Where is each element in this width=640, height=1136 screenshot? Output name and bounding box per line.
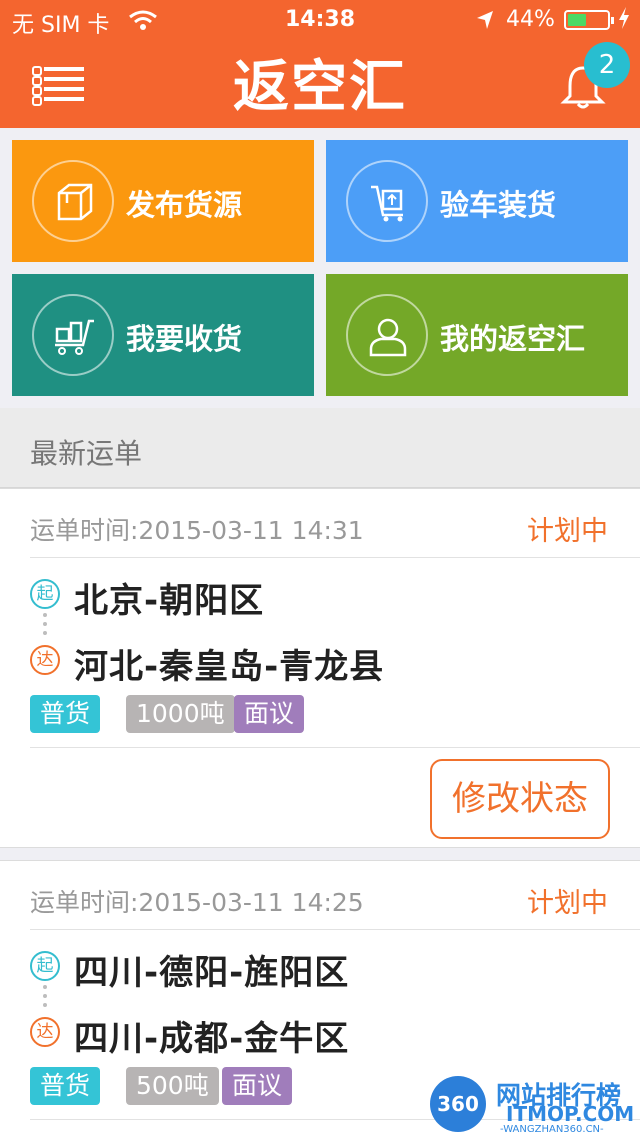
tile-icon-circle	[32, 294, 114, 376]
route-origin: 四川-德阳-旌阳区	[74, 953, 350, 993]
watermark-url: -WANGZHAN360.CN-	[500, 1124, 604, 1135]
tile-icon-circle	[32, 160, 114, 242]
watermark: 360 网站排行榜 ITMOP.COM -WANGZHAN360.CN-	[430, 1070, 640, 1136]
tile-label: 我的返空汇	[440, 322, 586, 356]
tile-label: 我要收货	[126, 322, 243, 356]
price-tag: 面议	[234, 695, 305, 733]
price-tag: 面议	[222, 1067, 293, 1105]
receive-cargo-tile[interactable]: 我要收货	[12, 274, 314, 396]
order-status: 计划中	[527, 516, 608, 547]
weight-tag: 1000吨	[126, 695, 235, 733]
start-marker: 起	[30, 951, 60, 981]
tile-label: 发布货源	[126, 188, 243, 222]
change-status-button[interactable]: 修改状态	[430, 759, 610, 839]
cargo-type-tag: 普货	[30, 1067, 101, 1105]
divider	[30, 929, 640, 930]
truck-cart-icon	[55, 319, 94, 355]
tile-icon-circle	[346, 160, 428, 242]
section-header: 最新运单	[0, 408, 640, 488]
route-dots	[43, 613, 47, 635]
cargo-type-tag: 普货	[30, 695, 101, 733]
notification-badge[interactable]: 2	[584, 42, 630, 88]
user-icon	[369, 318, 407, 357]
location-arrow-icon	[477, 11, 493, 29]
watermark-logo: 360	[430, 1076, 486, 1132]
end-marker: 达	[30, 645, 60, 675]
order-time: 运单时间:2015-03-11 14:31	[30, 516, 364, 545]
order-card[interactable]: 运单时间:2015-03-11 14:31 计划中 起 达 北京-朝阳区 河北-…	[0, 488, 640, 848]
route-destination: 河北-秦皇岛-青龙县	[74, 647, 385, 687]
divider	[30, 747, 640, 748]
app-title: 返空汇	[233, 55, 407, 120]
battery-percent: 44%	[506, 7, 555, 32]
publish-cargo-tile[interactable]: 发布货源	[12, 140, 314, 262]
order-time: 运单时间:2015-03-11 14:25	[30, 888, 364, 917]
inspect-load-tile[interactable]: 验车装货	[326, 140, 628, 262]
app-header: 无 SIM 卡 14:38 44% 返空汇 2	[0, 0, 640, 128]
watermark-domain: ITMOP.COM	[506, 1102, 635, 1126]
order-status: 计划中	[527, 888, 608, 919]
route-dots	[43, 985, 47, 1007]
box-icon	[57, 183, 93, 221]
end-marker: 达	[30, 1017, 60, 1047]
section-title: 最新运单	[30, 437, 143, 470]
status-bar: 无 SIM 卡 14:38 44%	[0, 0, 640, 40]
battery-icon	[564, 10, 614, 30]
cart-upload-icon	[371, 185, 403, 222]
tile-icon-circle	[346, 294, 428, 376]
route-origin: 北京-朝阳区	[74, 581, 265, 621]
my-account-tile[interactable]: 我的返空汇	[326, 274, 628, 396]
divider	[30, 557, 640, 558]
route-destination: 四川-成都-金牛区	[74, 1019, 350, 1059]
weight-tag: 500吨	[126, 1067, 219, 1105]
tile-label: 验车装货	[440, 188, 557, 222]
start-marker: 起	[30, 579, 60, 609]
charging-icon	[619, 7, 629, 29]
